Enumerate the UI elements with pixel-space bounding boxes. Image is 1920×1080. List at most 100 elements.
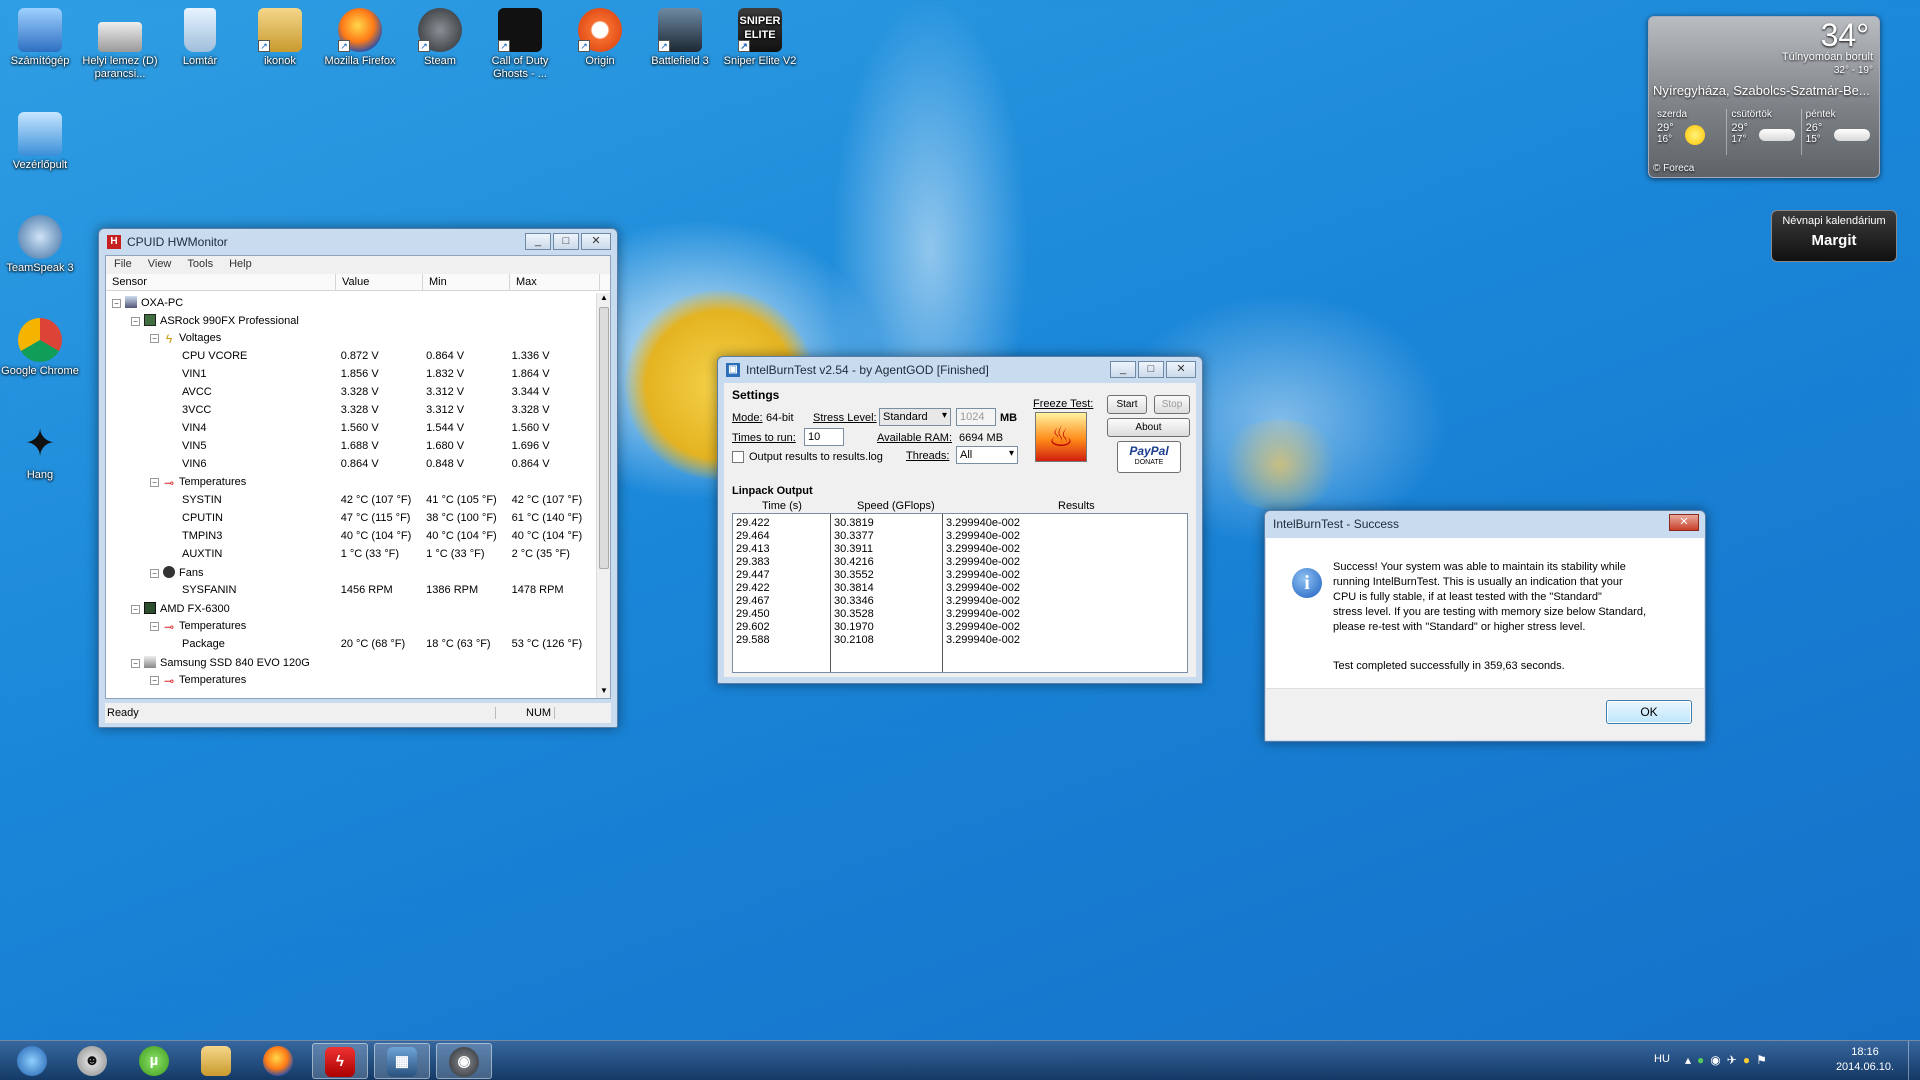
success-dialog[interactable]: IntelBurnTest - Success ✕ i Success! You… (1264, 510, 1706, 742)
tree-toggle[interactable]: − (131, 658, 140, 668)
scroll-up-arrow[interactable]: ▲ (597, 293, 611, 305)
menu-tools[interactable]: Tools (179, 256, 221, 274)
desktop-icon-steam[interactable]: ↗ Steam (400, 8, 480, 68)
stress-level-select[interactable]: Standard (879, 408, 951, 426)
dialog-titlebar[interactable]: IntelBurnTest - Success (1265, 511, 1705, 537)
desktop-icon-firefox[interactable]: ↗ Mozilla Firefox (320, 8, 400, 68)
col-value[interactable]: Value (336, 274, 423, 290)
tree-toggle[interactable]: − (150, 621, 159, 631)
sensor-row[interactable]: − ⊸ Temperatures (108, 473, 594, 491)
ok-button[interactable]: OK (1606, 700, 1692, 724)
tray-steam-icon[interactable]: ◉ (1710, 1053, 1726, 1067)
sensor-row[interactable]: SYSFANIN 1456 RPM 1386 RPM 1478 RPM (108, 581, 594, 599)
sensor-row[interactable]: − AMD FX-6300 (108, 599, 594, 617)
close-button[interactable]: ✕ (581, 233, 611, 250)
memory-size-input[interactable]: 1024 (956, 408, 996, 426)
sensor-row[interactable]: 3VCC 3.328 V 3.312 V 3.328 V (108, 401, 594, 419)
sensor-row[interactable]: − Fans (108, 563, 594, 581)
paypal-donate-button[interactable]: PayPal DONATE (1117, 441, 1181, 473)
log-checkbox[interactable] (732, 451, 744, 463)
taskbar-steam[interactable]: ◉ (436, 1043, 492, 1079)
language-indicator[interactable]: HU (1654, 1053, 1670, 1065)
taskbar-ibt[interactable]: ϟ (312, 1043, 368, 1079)
desktop-icon-drive[interactable]: Helyi lemez (D) parancsi... (80, 8, 160, 81)
scroll-down-arrow[interactable]: ▼ (597, 686, 611, 698)
sensor-row[interactable]: TMPIN3 40 °C (104 °F) 40 °C (104 °F) 40 °C … (108, 527, 594, 545)
col-sensor[interactable]: Sensor (106, 274, 336, 290)
tray-arrow-icon[interactable]: ▴ (1685, 1053, 1697, 1067)
desktop-icon-teamspeak[interactable]: TeamSpeak 3 (0, 215, 80, 275)
tree-toggle[interactable]: − (150, 675, 159, 685)
menu-help[interactable]: Help (221, 256, 260, 274)
tray-flag-icon[interactable]: ⚑ (1756, 1053, 1773, 1067)
taskbar-firefox[interactable] (250, 1043, 306, 1079)
desktop-icon-recycle-bin[interactable]: Lomtár (160, 8, 240, 68)
about-button[interactable]: About (1107, 418, 1190, 437)
threads-select[interactable]: All (956, 446, 1018, 464)
maximize-button[interactable]: □ (1138, 361, 1164, 378)
tree-toggle[interactable]: − (150, 568, 159, 578)
vertical-scrollbar[interactable]: ▲ ▼ (596, 293, 610, 698)
sensor-row[interactable]: VIN4 1.560 V 1.544 V 1.560 V (108, 419, 594, 437)
taskbar-utorrent[interactable]: µ (126, 1043, 182, 1079)
sensor-row[interactable]: VIN5 1.688 V 1.680 V 1.696 V (108, 437, 594, 455)
start-button[interactable] (4, 1043, 60, 1079)
col-max[interactable]: Max (510, 274, 600, 290)
taskbar-explorer[interactable] (188, 1043, 244, 1079)
desktop-icon-sound[interactable]: ✦ Hang (0, 422, 80, 482)
desktop-icon-battlefield[interactable]: ↗ Battlefield 3 (640, 8, 720, 68)
tree-toggle[interactable]: − (131, 316, 140, 326)
sensor-row[interactable]: AUXTIN 1 °C (33 °F) 1 °C (33 °F) 2 °C (35 °… (108, 545, 594, 563)
sensor-row[interactable]: VIN6 0.864 V 0.848 V 0.864 V (108, 455, 594, 473)
sensor-row[interactable]: − ⊸ Temperatures (108, 617, 594, 635)
desktop-icon-sniper-elite[interactable]: SNIPER ELITE ↗ Sniper Elite V2 (720, 8, 800, 68)
desktop-icon-control-panel[interactable]: Vezérlőpult (0, 112, 80, 172)
show-desktop-button[interactable] (1908, 1041, 1920, 1080)
sensor-row[interactable]: CPUTIN 47 °C (115 °F) 38 °C (100 °F) 61 °C … (108, 509, 594, 527)
desktop-icon-cod[interactable]: ↗ Call of Duty Ghosts - ... (480, 8, 560, 81)
hwmonitor-window[interactable]: H CPUID HWMonitor _ □ ✕ File View Tools Hel… (98, 228, 618, 728)
dialog-close-button[interactable]: ✕ (1669, 514, 1699, 531)
sensor-row[interactable]: VIN1 1.856 V 1.832 V 1.864 V (108, 365, 594, 383)
sensor-row[interactable]: AVCC 3.328 V 3.312 V 3.344 V (108, 383, 594, 401)
taskbar-cpuz[interactable]: ▦ (374, 1043, 430, 1079)
scroll-thumb[interactable] (599, 307, 609, 569)
tree-toggle[interactable]: − (112, 298, 121, 308)
sensor-row[interactable]: − ASRock 990FX Professional (108, 311, 594, 329)
desktop-icon-origin[interactable]: ↗ Origin (560, 8, 640, 68)
menu-file[interactable]: File (106, 256, 140, 274)
tree-toggle[interactable]: − (150, 333, 159, 343)
sensor-row[interactable]: SYSTIN 42 °C (107 °F) 41 °C (105 °F) 42 °C … (108, 491, 594, 509)
minimize-button[interactable]: _ (525, 233, 551, 250)
nameday-gadget[interactable]: Névnapi kalendárium Margit (1771, 210, 1897, 262)
times-to-run-input[interactable]: 10 (804, 428, 844, 446)
menu-view[interactable]: View (140, 256, 180, 274)
sensor-row[interactable]: − ϟ Voltages (108, 329, 594, 347)
sensor-row[interactable]: − OXA-PC (108, 293, 594, 311)
stop-button[interactable]: Stop (1154, 395, 1190, 414)
minimize-button[interactable]: _ (1110, 361, 1136, 378)
close-button[interactable]: ✕ (1166, 361, 1196, 378)
tree-toggle[interactable]: − (131, 604, 140, 614)
linpack-output-table[interactable]: 29.422 29.464 29.413 29.383 29.447 29.42… (732, 513, 1188, 673)
tray-antivirus-icon[interactable]: ● (1743, 1053, 1756, 1067)
tray-network-icon[interactable]: ✈ (1727, 1053, 1743, 1067)
sensor-row[interactable]: − Samsung SSD 840 EVO 120G (108, 653, 594, 671)
desktop-icon-computer[interactable]: Számítógép (0, 8, 80, 68)
start-button[interactable]: Start (1107, 395, 1147, 414)
freeze-test-fire-icon[interactable]: ♨ (1035, 412, 1087, 462)
tray-app-icon[interactable]: ● (1697, 1053, 1710, 1067)
desktop-icon-chrome[interactable]: Google Chrome (0, 318, 80, 378)
desktop-icon-folder[interactable]: ↗ ikonok (240, 8, 320, 68)
sensor-row[interactable]: Package 20 °C (68 °F) 18 °C (63 °F) 53 °C (… (108, 635, 594, 653)
intelburntest-window[interactable]: ▣ IntelBurnTest v2.54 - by AgentGOD [Fin… (717, 356, 1203, 684)
clock[interactable]: 18:16 2014.06.10. (1830, 1045, 1900, 1075)
weather-gadget[interactable]: 34° Túlnyomóan borult 32° - 19° Nyíregyh… (1648, 16, 1880, 178)
taskbar-alien[interactable]: ☻ (64, 1043, 120, 1079)
tree-toggle[interactable]: − (150, 477, 159, 487)
sensor-row[interactable]: − ⊸ Temperatures (108, 671, 594, 689)
maximize-button[interactable]: □ (553, 233, 579, 250)
sensor-row[interactable]: CPU VCORE 0.872 V 0.864 V 1.336 V (108, 347, 594, 365)
col-min[interactable]: Min (423, 274, 510, 290)
dialog-footer: OK (1266, 688, 1704, 740)
